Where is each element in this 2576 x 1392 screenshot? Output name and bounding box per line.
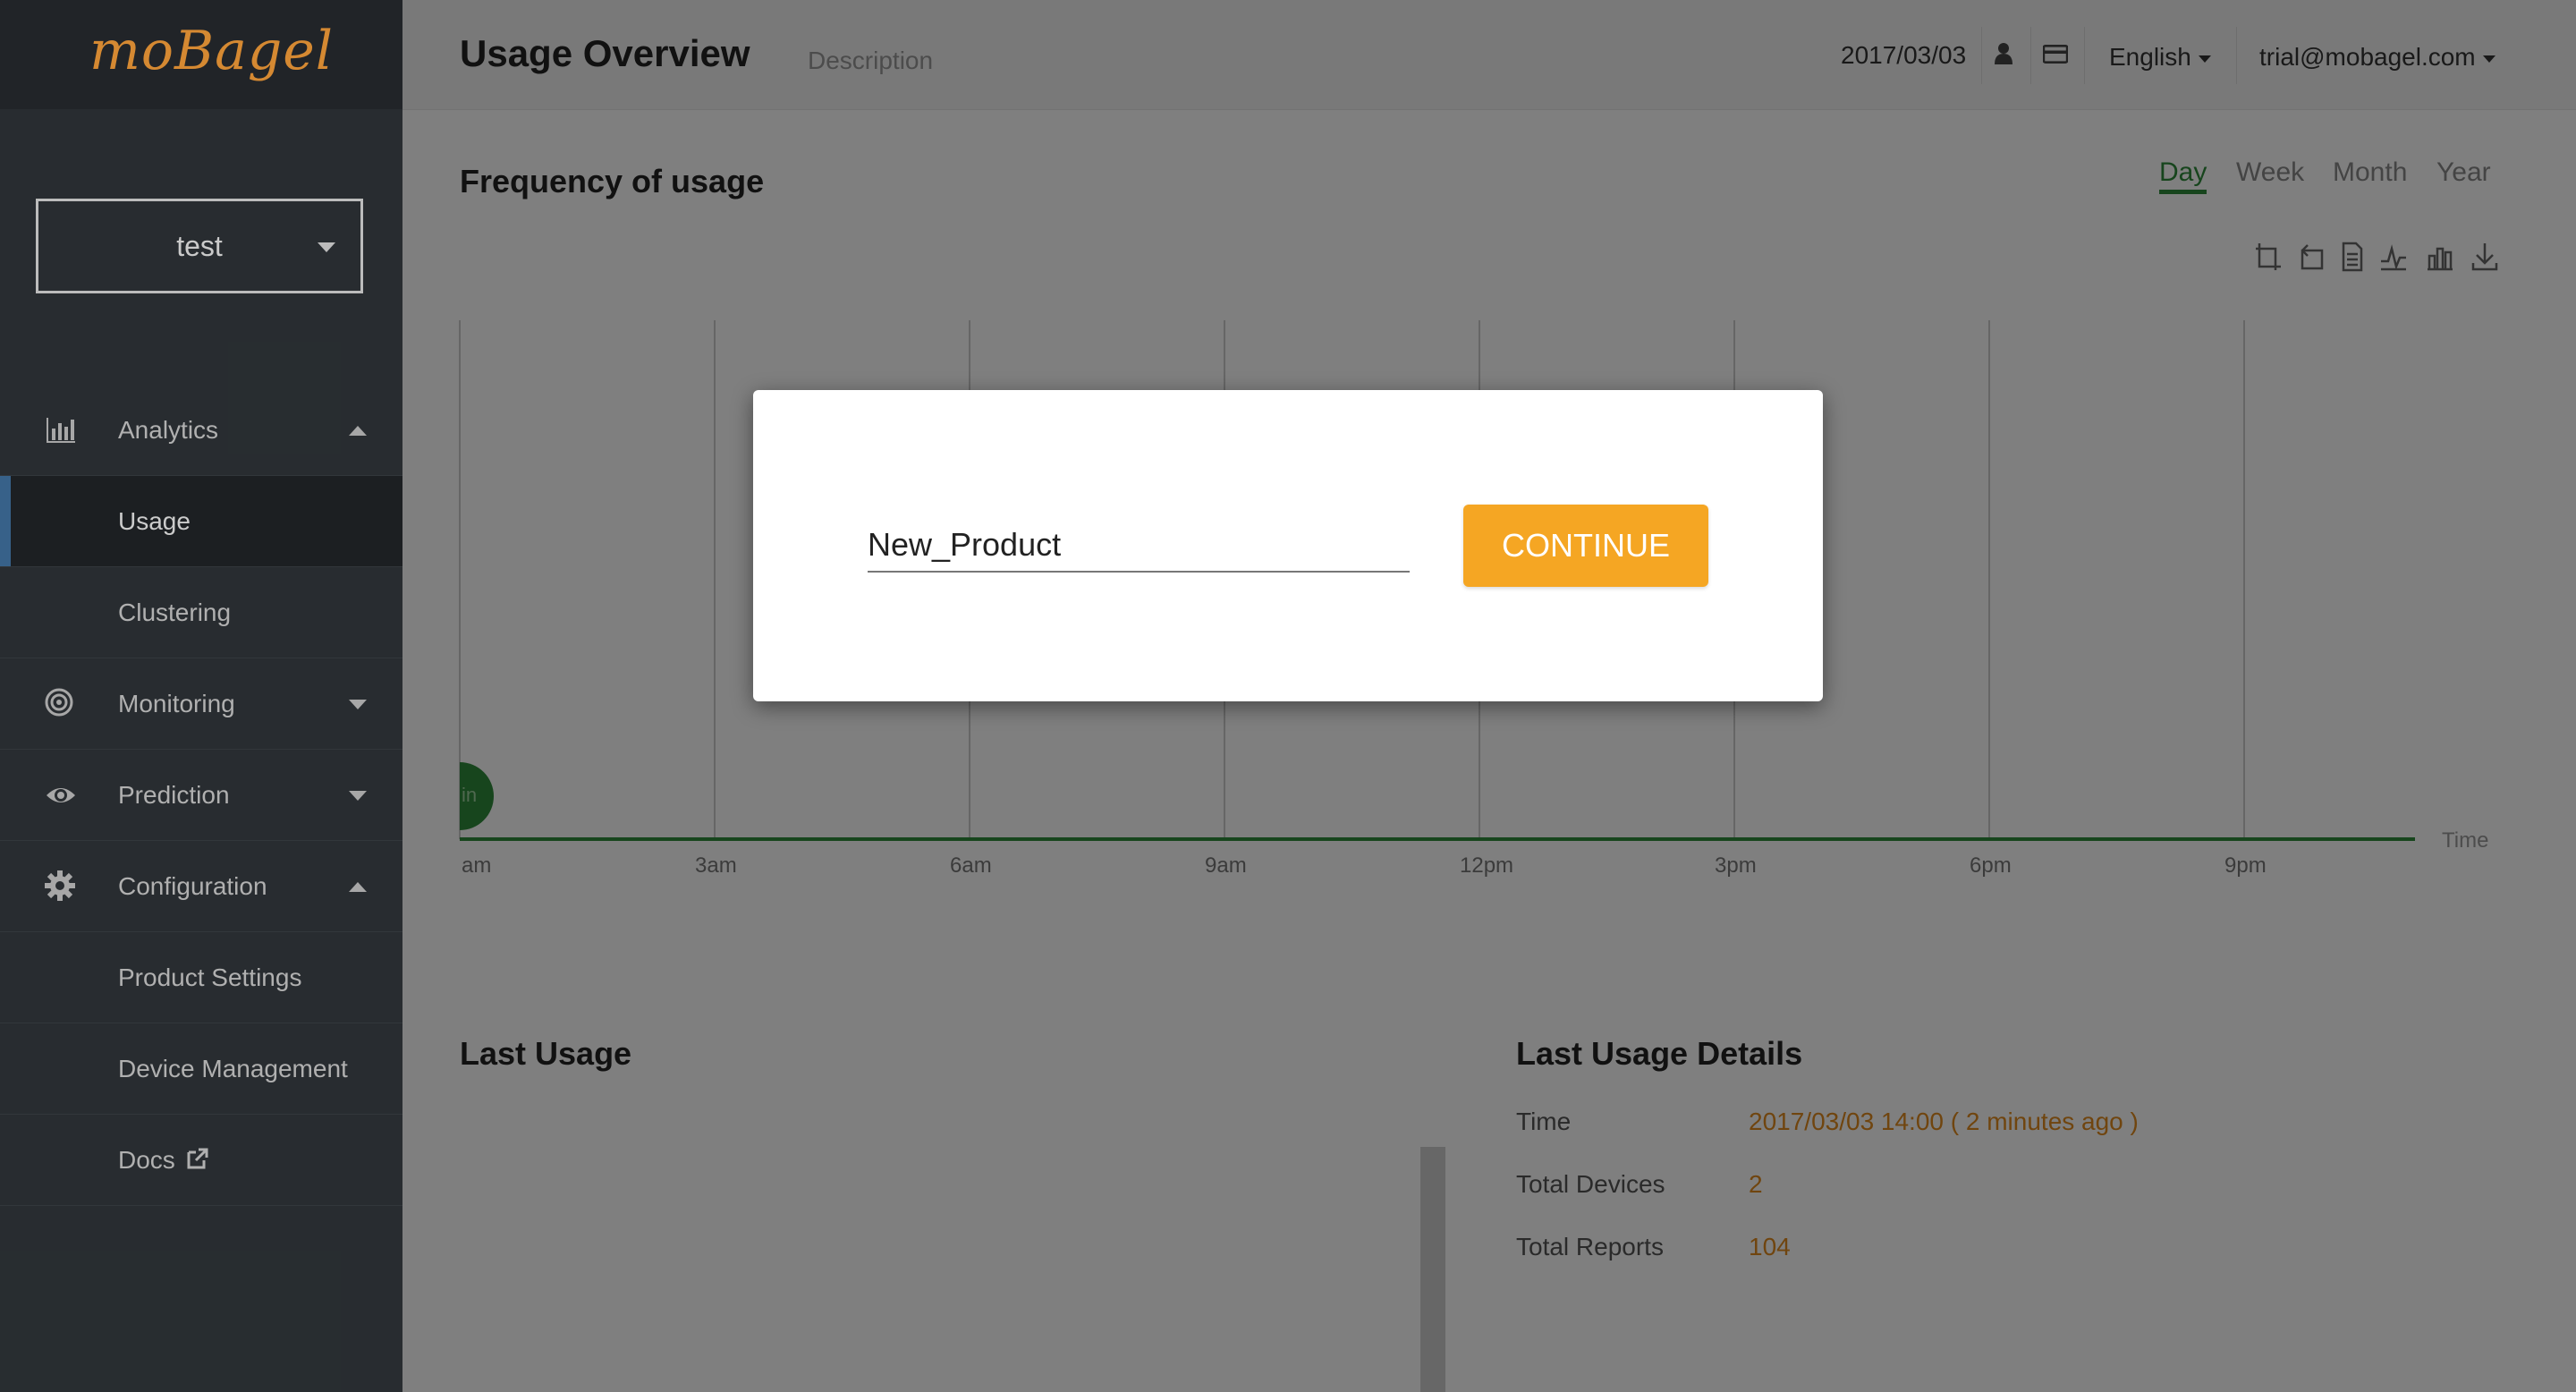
sidebar-dim-overlay xyxy=(0,0,402,1392)
new-product-dialog: CONTINUE xyxy=(753,390,1823,701)
continue-button[interactable]: CONTINUE xyxy=(1463,505,1708,587)
product-name-input[interactable] xyxy=(868,519,1410,573)
